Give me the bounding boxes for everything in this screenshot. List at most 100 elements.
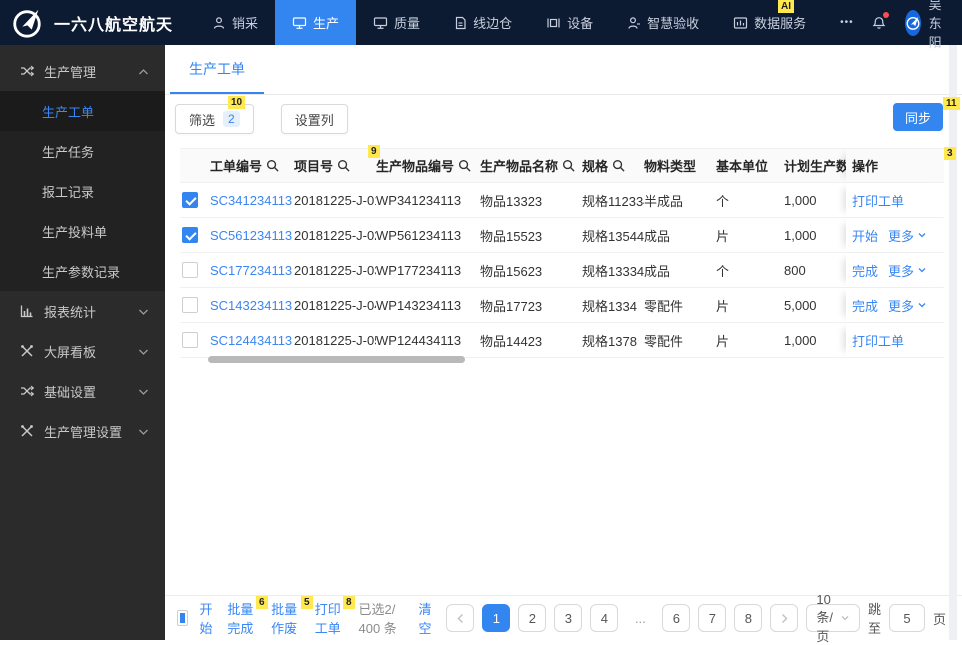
footer-bar: 开始 批量完成 批量作废 打印工单 已选2/ 400 条 清空 1 2 3 4 … [165, 595, 962, 640]
print-work-order-action[interactable]: 打印工单 [852, 331, 904, 350]
set-columns-button[interactable]: 设置列 [281, 104, 348, 134]
row-checkbox[interactable] [182, 262, 198, 278]
horizontal-scrollbar[interactable] [208, 356, 465, 363]
sidebar-group-label: 报表统计 [44, 302, 96, 321]
shuffle-icon [20, 384, 34, 398]
search-icon[interactable] [266, 159, 279, 172]
more-action[interactable]: 更多 [888, 296, 927, 315]
page-size-select[interactable]: 10条/页 [806, 604, 860, 632]
row-checkbox[interactable] [182, 332, 198, 348]
material-type-cell: 零配件 [644, 331, 716, 350]
page-button-7[interactable]: 7 [698, 604, 726, 632]
item-no-cell: WP561234113 [376, 228, 480, 243]
nav-item-purchase[interactable]: 销采 [195, 0, 275, 45]
table-row: SC124434113 20181225-J-05 WP124434113 物品… [180, 323, 944, 358]
page-button-2[interactable]: 2 [518, 604, 546, 632]
batch-start-button[interactable]: 开始 [200, 599, 216, 637]
search-icon[interactable] [612, 159, 625, 172]
row-actions: 完成 更多 [846, 253, 944, 287]
nav-item-production[interactable]: 生产 [275, 0, 356, 45]
sidebar-item-production-parameter-records[interactable]: 生产参数记录 [0, 251, 165, 291]
user-name: 吴东阳 [929, 0, 952, 51]
row-checkbox[interactable] [182, 297, 198, 313]
nav-item-more[interactable]: ••• [823, 0, 871, 45]
complete-action[interactable]: 完成 [852, 261, 878, 280]
sidebar-group-dashboard-screen[interactable]: 大屏看板 [0, 331, 165, 371]
spec-cell: 规格1378 [582, 331, 644, 350]
sidebar-item-production-work-orders[interactable]: 生产工单 [0, 91, 165, 131]
more-action[interactable]: 更多 [888, 226, 927, 245]
select-all-checkbox[interactable] [177, 610, 188, 626]
tools-icon [20, 344, 34, 358]
search-icon[interactable] [458, 159, 471, 172]
order-no-link[interactable]: SC341234113 [210, 193, 292, 208]
order-no-link[interactable]: SC177234113 [210, 263, 292, 278]
row-checkbox[interactable] [182, 192, 198, 208]
page-button-8[interactable]: 8 [734, 604, 762, 632]
sync-button[interactable]: 同步 [893, 103, 943, 131]
batch-print-button[interactable]: 打印工单 [315, 599, 347, 637]
sidebar-group-report-statistics[interactable]: 报表统计 [0, 291, 165, 331]
chevron-down-icon [917, 300, 927, 310]
sidebar-group-basic-settings[interactable]: 基础设置 [0, 371, 165, 411]
sidebar-item-production-tasks[interactable]: 生产任务 [0, 131, 165, 171]
search-icon[interactable] [337, 159, 350, 172]
unit-cell: 片 [716, 296, 784, 315]
nav-item-data-service[interactable]: 数据服务 [716, 0, 823, 45]
nav-item-lineside-warehouse[interactable]: 线边仓 [437, 0, 529, 45]
col-order-no: 工单编号 [210, 156, 294, 175]
project-no-cell: 20181225-J-04 [294, 298, 376, 313]
user-menu[interactable]: 吴东阳 [905, 0, 952, 51]
order-no-link[interactable]: SC561234113 [210, 228, 292, 243]
nav-item-equipment[interactable]: 设备 [529, 0, 610, 45]
unit-cell: 个 [716, 261, 784, 280]
person-icon [212, 16, 226, 30]
unit-cell: 个 [716, 191, 784, 210]
tab-production-work-orders[interactable]: 生产工单 [170, 45, 264, 94]
page-button-3[interactable]: 3 [554, 604, 582, 632]
nav-item-label: 质量 [394, 13, 420, 32]
complete-action[interactable]: 完成 [852, 296, 878, 315]
next-page-button[interactable] [770, 604, 798, 632]
item-no-cell: WP177234113 [376, 263, 480, 278]
brand: 一六八航空航天 [0, 0, 195, 45]
prev-page-button[interactable] [446, 604, 474, 632]
item-name-cell: 物品15523 [480, 226, 582, 245]
item-name-cell: 物品15623 [480, 261, 582, 280]
project-no-cell: 20181225-J-05 [294, 333, 376, 348]
print-work-order-action[interactable]: 打印工单 [852, 191, 904, 210]
sidebar-group-production-management-settings[interactable]: 生产管理设置 [0, 411, 165, 451]
order-no-link[interactable]: SC124434113 [210, 333, 292, 348]
jump-suffix-label: 页 [933, 609, 946, 628]
nav-item-smart-inspection[interactable]: 智慧验收 [610, 0, 716, 45]
start-action[interactable]: 开始 [852, 226, 878, 245]
page-button-1[interactable]: 1 [482, 604, 510, 632]
row-checkbox[interactable] [182, 227, 198, 243]
selected-count-text: 已选2/ 400 条 [359, 599, 407, 637]
clear-selection-button[interactable]: 清空 [419, 599, 435, 637]
planned-qty-cell: 1,000 [784, 193, 846, 208]
person-check-icon [627, 16, 641, 30]
page-ellipsis[interactable]: ... [626, 604, 654, 632]
vertical-scrollbar[interactable] [949, 45, 957, 640]
planned-qty-cell: 1,000 [784, 333, 846, 348]
batch-complete-button[interactable]: 批量完成 [227, 599, 259, 637]
jump-page-input[interactable] [889, 604, 925, 632]
document-icon [454, 16, 467, 30]
more-action[interactable]: 更多 [888, 261, 927, 280]
sidebar-item-production-feeding-orders[interactable]: 生产投料单 [0, 211, 165, 251]
search-icon[interactable] [562, 159, 575, 172]
page-button-4[interactable]: 4 [590, 604, 618, 632]
nav-item-quality[interactable]: 质量 [356, 0, 437, 45]
col-spec: 规格 [582, 156, 644, 175]
order-no-link[interactable]: SC143234113 [210, 298, 292, 313]
item-name-cell: 物品14423 [480, 331, 582, 350]
page-button-6[interactable]: 6 [662, 604, 690, 632]
chevron-down-icon [138, 424, 149, 439]
batch-void-button[interactable]: 批量作废 [271, 599, 303, 637]
top-navbar: 一六八航空航天 销采 生产 质量 线边仓 设备 智慧验收 数据服务 [0, 0, 962, 45]
sidebar-item-work-report-records[interactable]: 报工记录 [0, 171, 165, 211]
brand-name: 一六八航空航天 [54, 11, 173, 35]
sidebar-group-production-management[interactable]: 生产管理 [0, 51, 165, 91]
notification-bell-icon[interactable] [871, 14, 887, 31]
